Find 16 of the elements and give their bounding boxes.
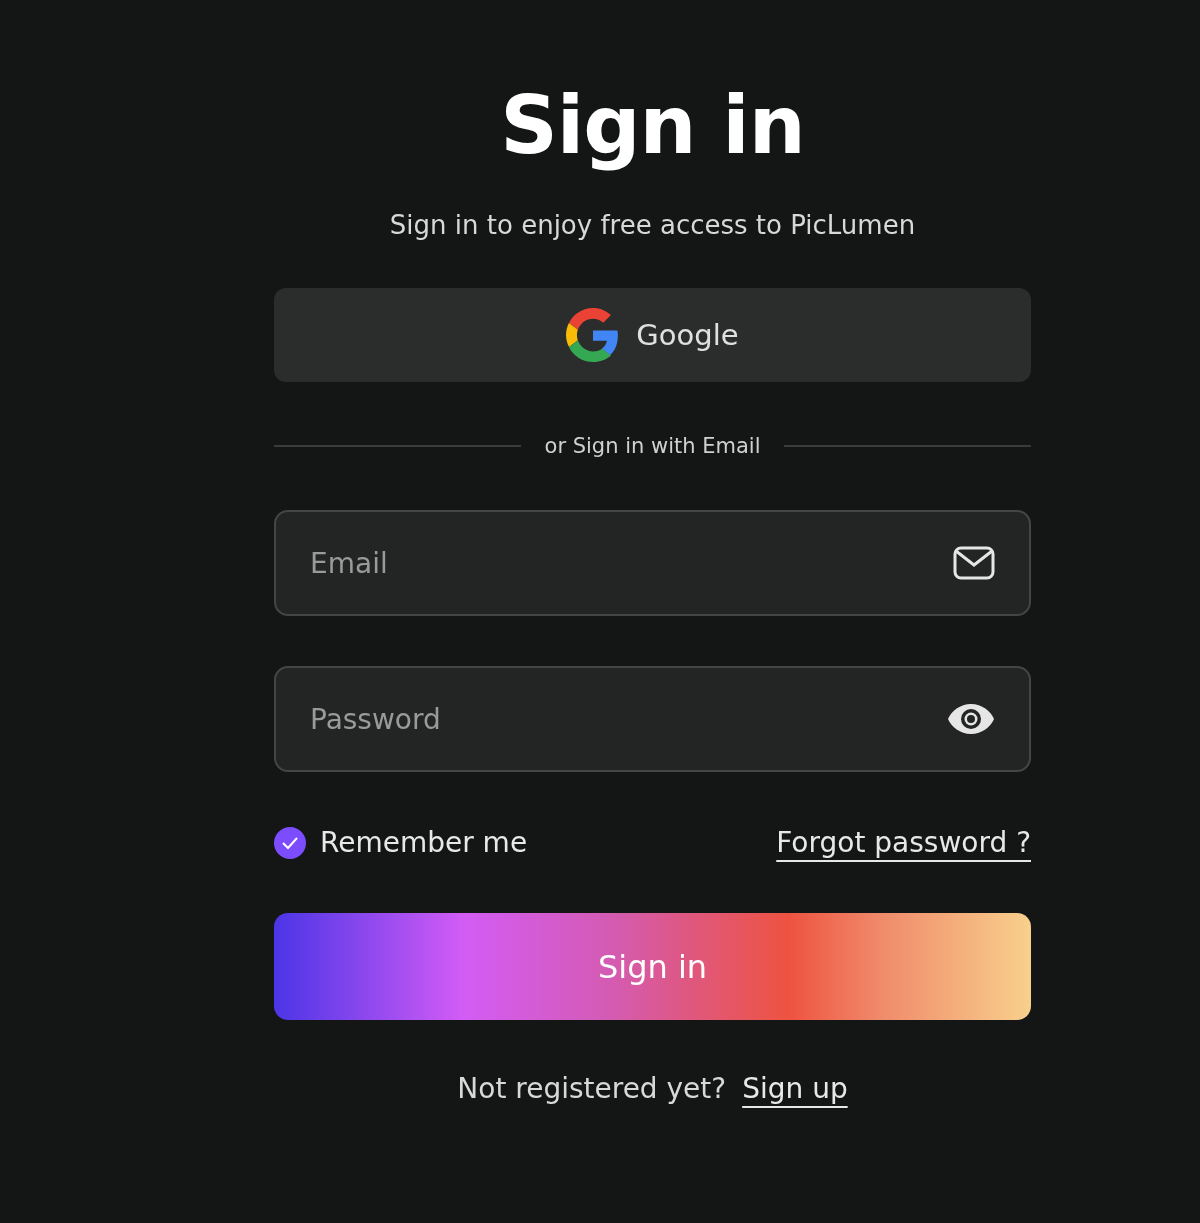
google-button[interactable]: Google [274,288,1031,382]
page-title: Sign in [500,78,805,174]
subtitle: Sign in to enjoy free access to PicLumen [389,210,916,240]
checkmark-icon [281,835,299,850]
mail-icon [953,546,995,580]
sign-in-button[interactable]: Sign in [274,913,1031,1020]
footer-text: Not registered yet? [457,1072,727,1105]
remember-checkbox[interactable] [274,826,306,859]
forgot-password-link[interactable]: Forgot password ? [776,826,1031,859]
sign-up-link[interactable]: Sign up [742,1072,848,1105]
google-icon [566,308,621,362]
divider-text: or Sign in with Email [544,434,761,458]
email-field[interactable]: Email [274,510,1031,616]
eye-icon[interactable] [947,703,995,735]
password-field[interactable]: Password [274,666,1031,772]
remember-label: Remember me [320,826,528,859]
